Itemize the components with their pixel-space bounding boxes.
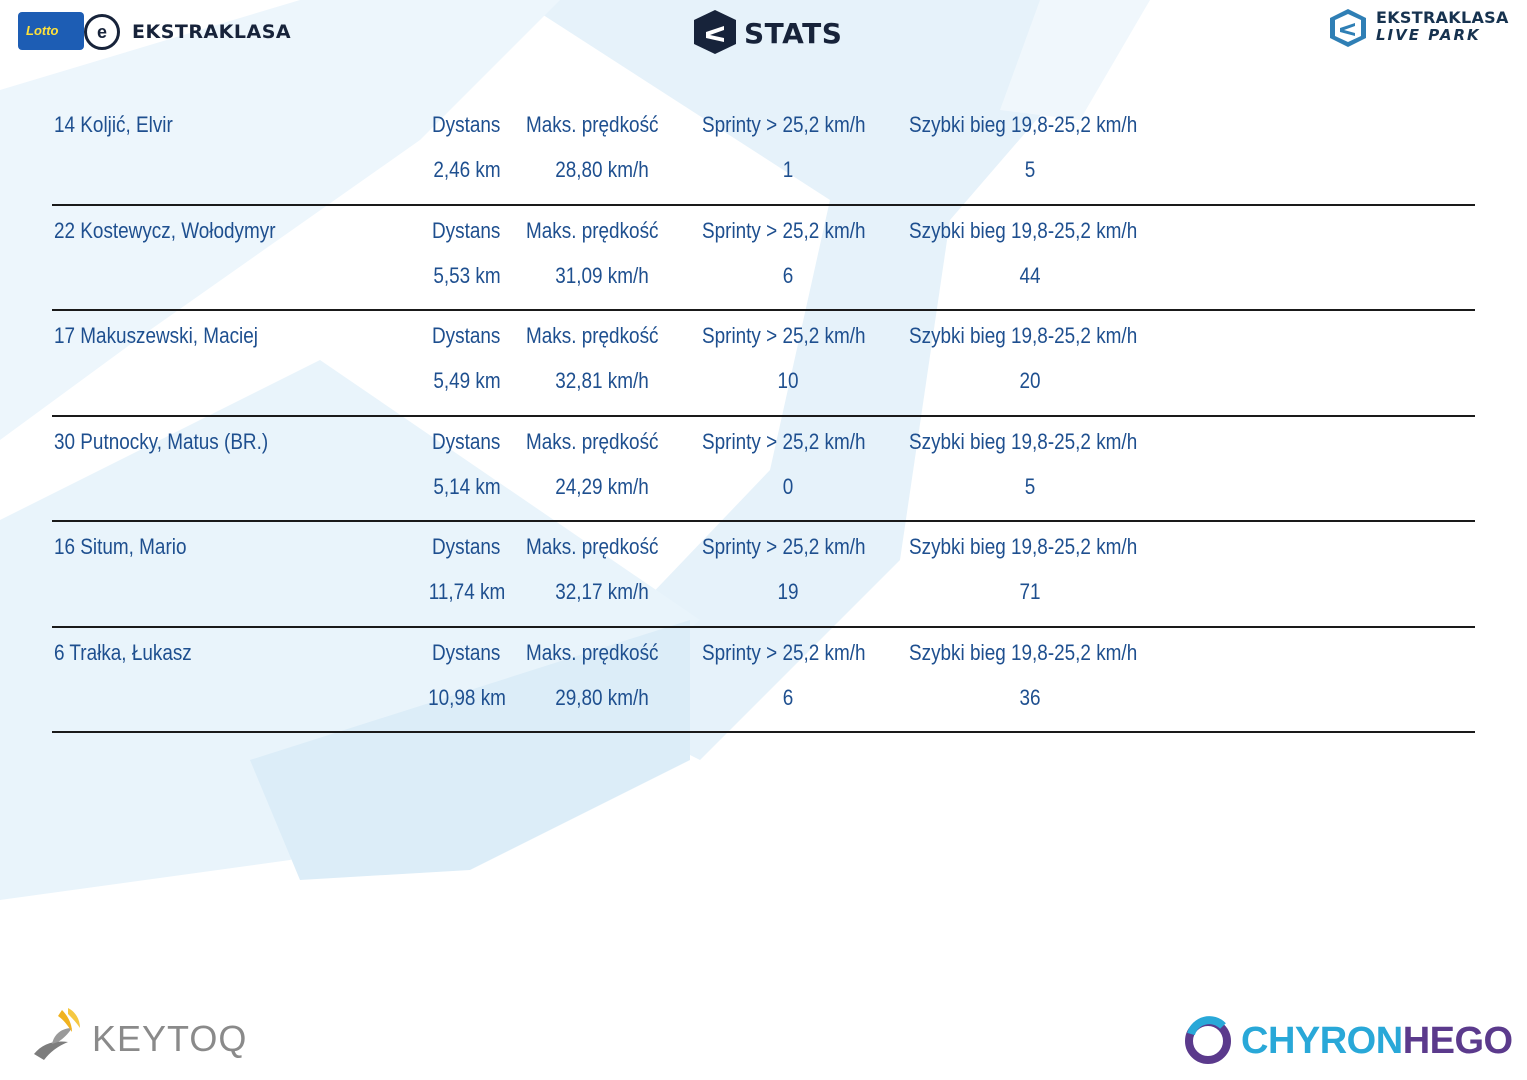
fast-run-label: Szybki bieg 19,8-25,2 km/h <box>909 217 1138 243</box>
player-row: 17 Makuszewski, Maciej Dystans Maks. prę… <box>52 311 1475 417</box>
fast-run-label: Szybki bieg 19,8-25,2 km/h <box>909 534 1138 559</box>
fast-run-value: 71 <box>1019 579 1041 604</box>
hego-part: HEGO <box>1402 1020 1513 1062</box>
player-name: 6 Trałka, Łukasz <box>54 639 192 665</box>
keytoq-logo: KEYTOQ <box>28 1004 246 1066</box>
distance-label: Dystans <box>432 428 501 454</box>
sprints-value: 6 <box>782 262 794 288</box>
fast-run-label: Szybki bieg 19,8-25,2 km/h <box>909 323 1138 348</box>
player-row: 30 Putnocky, Matus (BR.) Dystans Maks. p… <box>52 417 1475 522</box>
distance-value: 5,53 km <box>433 262 501 288</box>
distance-label: Dystans <box>432 217 501 243</box>
max-speed-value: 28,80 km/h <box>555 157 649 182</box>
sprints-value: 10 <box>777 368 799 393</box>
lotto-badge-text: Lotto <box>26 23 59 38</box>
max-speed-value: 29,80 km/h <box>555 684 649 710</box>
live-park-e-icon <box>1330 9 1366 47</box>
lotto-badge: Lotto <box>18 12 84 50</box>
keytoq-bird-icon <box>34 1008 80 1060</box>
max-speed-label: Maks. prędkość <box>526 217 659 243</box>
ekstraklasa-live-park-logo: EKSTRAKLASA LIVE PARK <box>1328 8 1513 50</box>
fast-run-value: 5 <box>1024 473 1036 499</box>
sprints-label: Sprinty > 25,2 km/h <box>702 217 866 243</box>
ekstraklasa-e-icon <box>694 10 736 54</box>
distance-label: Dystans <box>432 323 501 348</box>
player-row: 6 Trałka, Łukasz Dystans Maks. prędkość … <box>52 628 1475 733</box>
stats-logo: STATS <box>692 8 842 58</box>
ekstraklasa-ball-icon: e <box>84 14 120 50</box>
ekstraklasa-wordmark: EKSTRAKLASA <box>132 21 292 43</box>
distance-value: 2,46 km <box>433 157 501 182</box>
player-row: 14 Koljić, Elvir Dystans Maks. prędkość … <box>52 100 1475 206</box>
fast-run-label: Szybki bieg 19,8-25,2 km/h <box>909 112 1138 137</box>
sprints-label: Sprinty > 25,2 km/h <box>702 323 866 348</box>
stats-wordmark: STATS <box>744 17 843 50</box>
distance-label: Dystans <box>432 639 501 665</box>
chyronhego-wordmark: CHYRONHEGO <box>1241 1020 1513 1063</box>
distance-label: Dystans <box>432 112 501 137</box>
player-name: 14 Koljić, Elvir <box>54 112 173 137</box>
chyronhego-ring-icon <box>1185 1016 1231 1064</box>
sprints-label: Sprinty > 25,2 km/h <box>702 428 866 454</box>
distance-value: 10,98 km <box>428 684 506 710</box>
distance-label: Dystans <box>432 534 501 559</box>
fast-run-value: 20 <box>1019 368 1041 393</box>
distance-value: 5,14 km <box>433 473 501 499</box>
max-speed-value: 32,81 km/h <box>555 368 649 393</box>
chyronhego-logo: CHYRONHEGO <box>1183 1014 1513 1070</box>
sprints-value: 1 <box>782 157 794 182</box>
player-row: 22 Kostewycz, Wołodymyr Dystans Maks. pr… <box>52 206 1475 311</box>
fast-run-label: Szybki bieg 19,8-25,2 km/h <box>909 428 1138 454</box>
distance-value: 11,74 km <box>428 579 506 604</box>
player-name: 16 Situm, Mario <box>54 534 187 559</box>
max-speed-label: Maks. prędkość <box>526 428 659 454</box>
fast-run-value: 5 <box>1024 157 1036 182</box>
sprints-label: Sprinty > 25,2 km/h <box>702 534 866 559</box>
max-speed-label: Maks. prędkość <box>526 534 659 559</box>
fast-run-value: 36 <box>1019 684 1041 710</box>
fast-run-label: Szybki bieg 19,8-25,2 km/h <box>909 639 1138 665</box>
player-name: 17 Makuszewski, Maciej <box>54 323 258 348</box>
max-speed-label: Maks. prędkość <box>526 323 659 348</box>
max-speed-value: 32,17 km/h <box>555 579 649 604</box>
player-row: 16 Situm, Mario Dystans Maks. prędkość S… <box>52 522 1475 628</box>
sprints-value: 6 <box>782 684 794 710</box>
live-park-line2: LIVE PARK <box>1376 26 1481 44</box>
fast-run-value: 44 <box>1019 262 1041 288</box>
max-speed-label: Maks. prędkość <box>526 112 659 137</box>
live-park-line1: EKSTRAKLASA <box>1376 8 1509 27</box>
max-speed-value: 31,09 km/h <box>555 262 649 288</box>
max-speed-label: Maks. prędkość <box>526 639 659 665</box>
player-name: 30 Putnocky, Matus (BR.) <box>54 428 269 454</box>
sprints-label: Sprinty > 25,2 km/h <box>702 639 866 665</box>
player-name: 22 Kostewycz, Wołodymyr <box>54 217 276 243</box>
distance-value: 5,49 km <box>433 368 501 393</box>
max-speed-value: 24,29 km/h <box>555 473 649 499</box>
sprints-value: 19 <box>777 579 799 604</box>
sprints-value: 0 <box>782 473 794 499</box>
lotto-ekstraklasa-logo: Lotto e EKSTRAKLASA <box>18 12 291 54</box>
keytoq-wordmark: KEYTOQ <box>92 1018 248 1059</box>
player-stats-table: 14 Koljić, Elvir Dystans Maks. prędkość … <box>52 100 1475 733</box>
chyron-part: CHYRON <box>1241 1020 1403 1062</box>
sprints-label: Sprinty > 25,2 km/h <box>702 112 866 137</box>
